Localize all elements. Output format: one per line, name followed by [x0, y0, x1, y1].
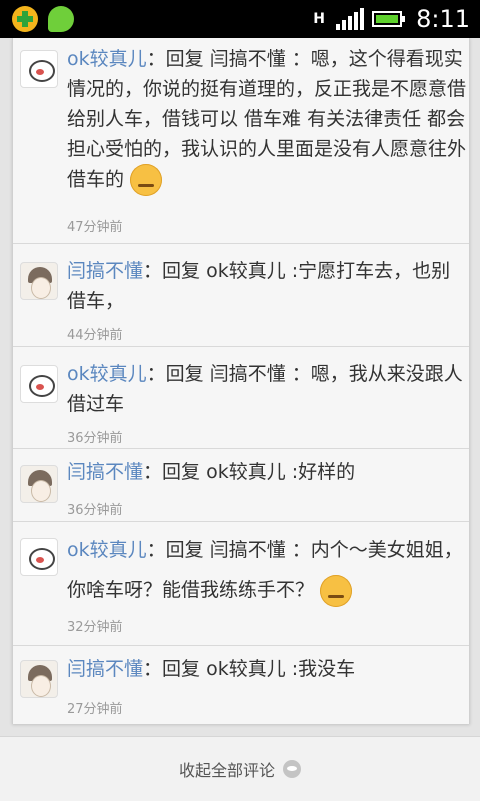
avatar[interactable]: [20, 465, 58, 503]
comment-time: 27分钟前: [67, 702, 123, 717]
avatar[interactable]: [20, 50, 58, 88]
comment-item[interactable]: 闫搞不懂：回复 ok较真儿 :我没车 27分钟前: [13, 646, 469, 724]
avatar[interactable]: [20, 365, 58, 403]
signal-icon: [336, 8, 365, 30]
comment-author[interactable]: 闫搞不懂: [67, 260, 143, 282]
comment-time: 36分钟前: [67, 431, 123, 446]
comment-author[interactable]: ok较真儿: [67, 48, 147, 70]
avatar[interactable]: [20, 660, 58, 698]
cat-icon: [283, 760, 301, 778]
collapse-label: 收起全部评论: [178, 761, 275, 780]
clock: 8:11: [416, 5, 470, 33]
collapse-comments-button[interactable]: 收起全部评论: [0, 736, 480, 801]
comment-time: 44分钟前: [67, 328, 123, 343]
comment-body: 回复 ok较真儿 :好样的: [162, 461, 356, 483]
comment-list: ok较真儿：回复 闫搞不懂 ：嗯，这个得看现实情况的，你说的挺有道理的，反正我是…: [12, 38, 470, 724]
comment-text: ok较真儿：回复 闫搞不懂 ：嗯，我从来没跟人借过车: [67, 363, 463, 415]
network-type: H: [313, 11, 325, 27]
worried-sweat-emoji: [130, 164, 163, 196]
comment-item[interactable]: ok较真儿：回复 闫搞不懂 ：嗯，我从来没跟人借过车 36分钟前: [13, 347, 469, 449]
comment-text: ok较真儿：回复 闫搞不懂 ：内个～美女姐姐，你啥车呀？能借我练练手不？: [67, 530, 467, 610]
plus-shield-icon: [12, 6, 38, 32]
comment-author[interactable]: 闫搞不懂: [67, 658, 143, 680]
comment-text: 闫搞不懂：回复 ok较真儿 :宁愿打车去，也别借车，: [67, 260, 451, 312]
comment-text: 闫搞不懂：回复 ok较真儿 :我没车: [67, 658, 356, 680]
comment-time: 32分钟前: [67, 620, 123, 635]
comment-time: 36分钟前: [67, 503, 123, 518]
comment-text: 闫搞不懂：回复 ok较真儿 :好样的: [67, 461, 356, 483]
battery-icon: [372, 11, 406, 27]
status-bar: H 8:11: [0, 0, 480, 38]
notification-icons: [12, 6, 74, 32]
comment-author[interactable]: 闫搞不懂: [67, 461, 143, 483]
comment-author[interactable]: ok较真儿: [67, 363, 147, 385]
wechat-icon: [48, 6, 74, 32]
comment-item[interactable]: ok较真儿：回复 闫搞不懂 ：内个～美女姐姐，你啥车呀？能借我练练手不？ 32分…: [13, 522, 469, 646]
unamused-emoji: [320, 574, 353, 607]
comment-body: 回复 ok较真儿 :我没车: [162, 658, 356, 680]
comment-author[interactable]: ok较真儿: [67, 539, 147, 561]
comment-time: 47分钟前: [67, 220, 123, 235]
comment-item[interactable]: ok较真儿：回复 闫搞不懂 ：嗯，这个得看现实情况的，你说的挺有道理的，反正我是…: [13, 38, 469, 244]
avatar[interactable]: [20, 538, 58, 576]
comment-item[interactable]: 闫搞不懂：回复 ok较真儿 :宁愿打车去，也别借车， 44分钟前: [13, 244, 469, 347]
avatar[interactable]: [20, 262, 58, 300]
system-indicators: H 8:11: [310, 4, 470, 34]
comment-item[interactable]: 闫搞不懂：回复 ok较真儿 :好样的 36分钟前: [13, 449, 469, 522]
comment-text: ok较真儿：回复 闫搞不懂 ：嗯，这个得看现实情况的，你说的挺有道理的，反正我是…: [67, 44, 467, 196]
